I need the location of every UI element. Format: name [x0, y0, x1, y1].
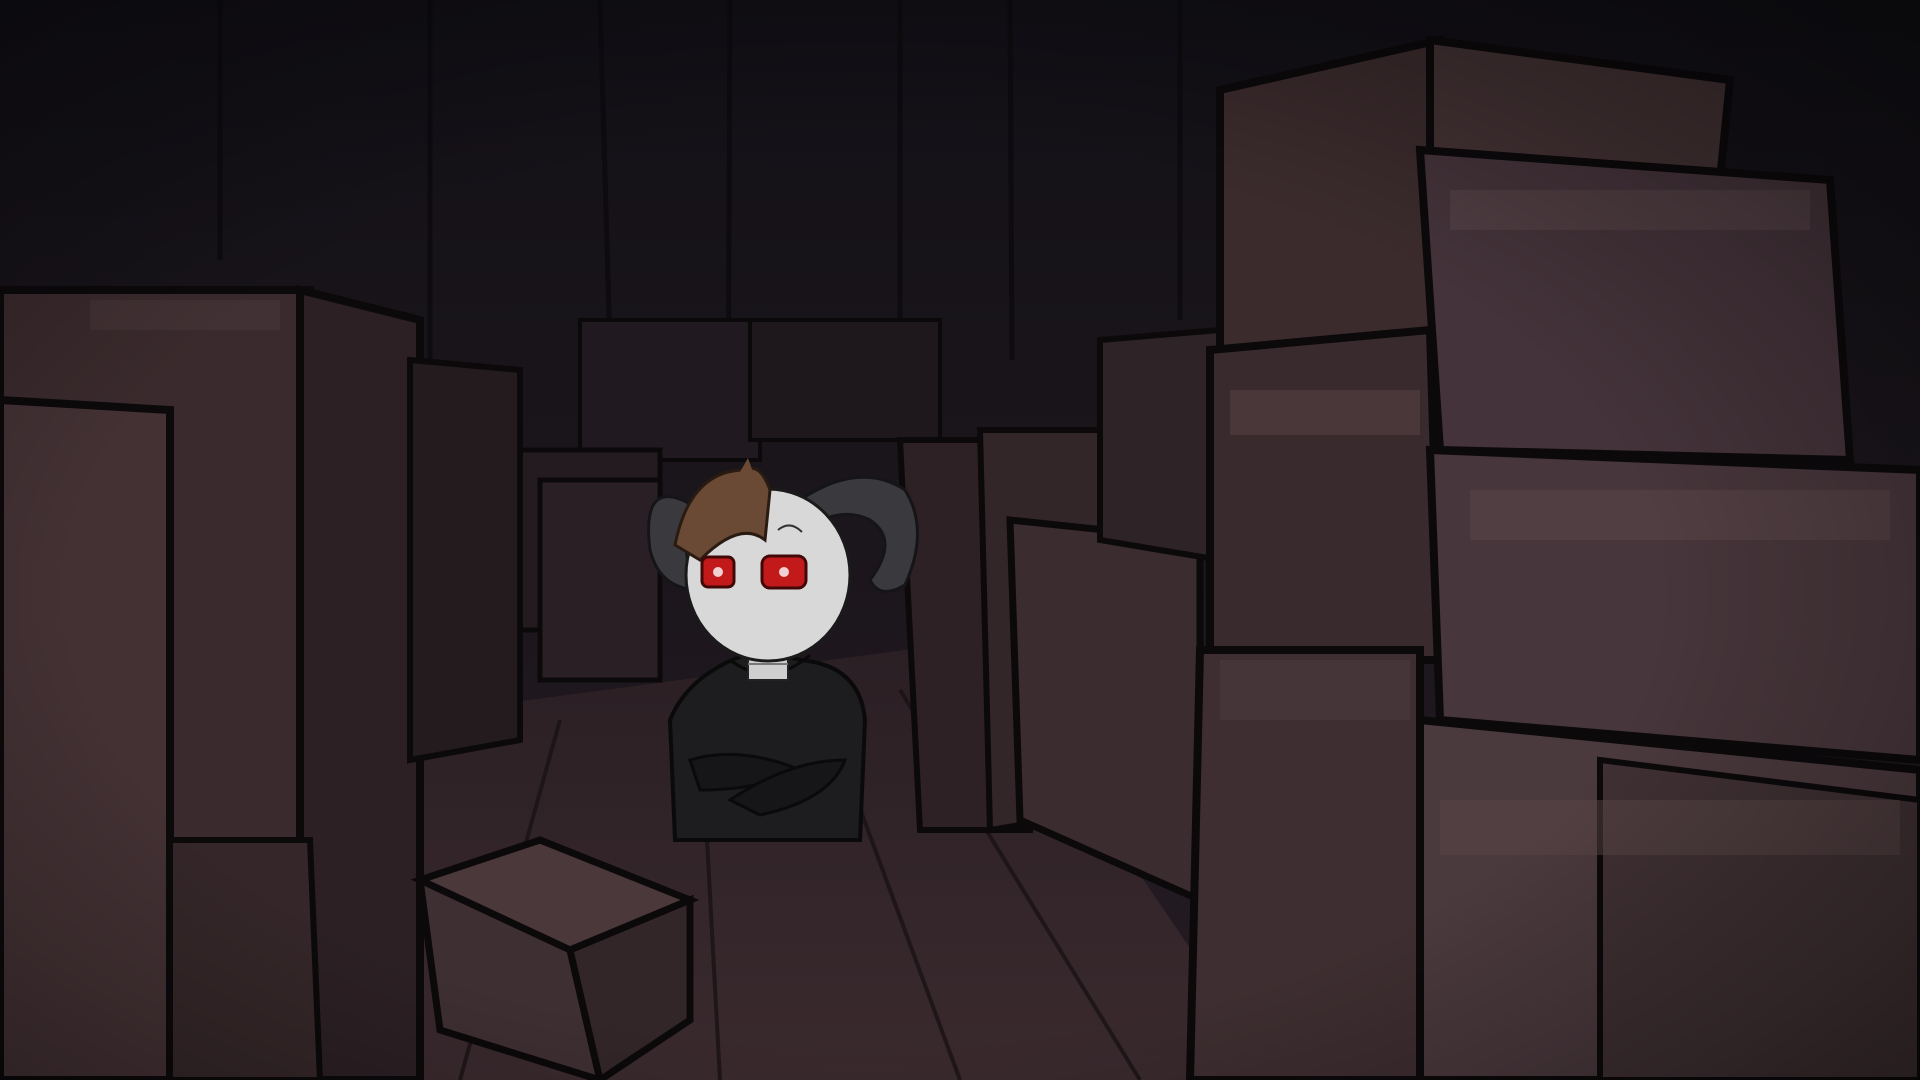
horned-character-sprite[interactable]: [0, 0, 1920, 1080]
game-viewport: [0, 0, 1920, 1080]
